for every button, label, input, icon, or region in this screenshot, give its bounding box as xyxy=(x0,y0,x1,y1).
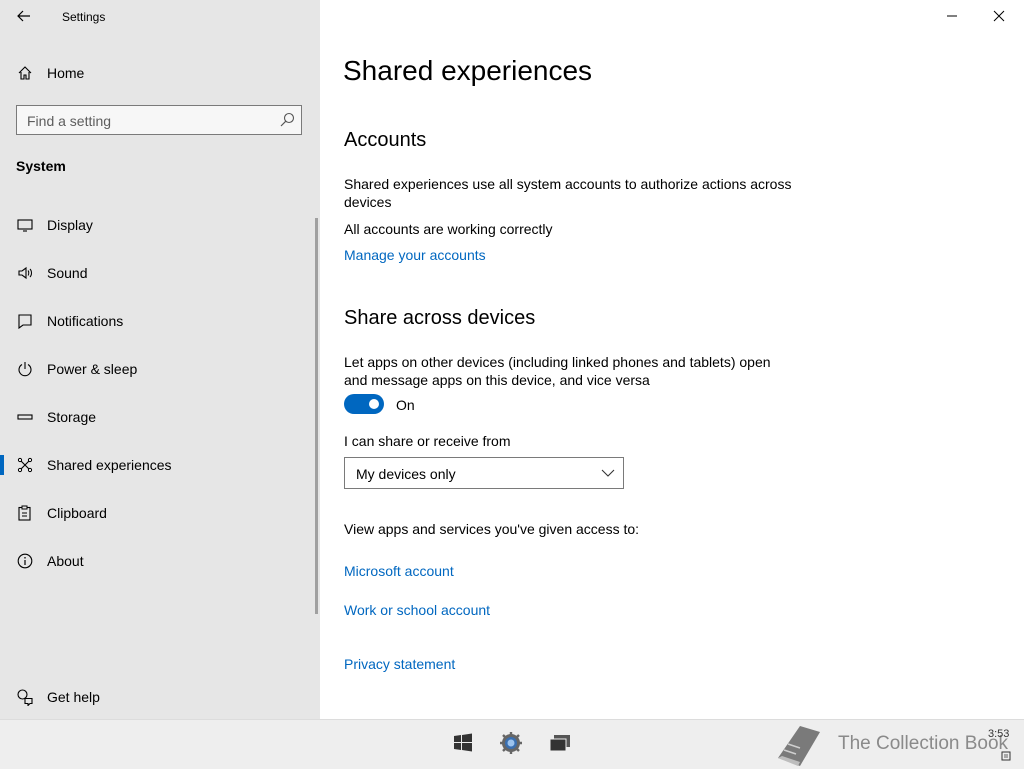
share-description: Let apps on other devices (including lin… xyxy=(344,354,771,388)
clock: 3:53 xyxy=(988,728,1010,740)
sidebar-item-label: Clipboard xyxy=(47,505,107,521)
minimize-icon xyxy=(947,15,957,17)
sidebar-item-home[interactable]: Home xyxy=(0,58,320,88)
selection-indicator xyxy=(0,455,4,475)
search-input[interactable]: Find a setting xyxy=(16,105,302,135)
start-button[interactable] xyxy=(450,730,476,756)
access-text: View apps and services you've given acce… xyxy=(344,521,640,537)
watermark-text: The Collection Book xyxy=(838,733,1009,754)
sidebar-item-label: Shared experiences xyxy=(47,457,172,473)
sidebar-item-label: Notifications xyxy=(47,313,124,329)
sidebar-item-label: About xyxy=(47,553,84,569)
get-help-link[interactable]: Get help xyxy=(0,682,316,712)
minimize-button[interactable] xyxy=(929,0,975,32)
notification-icon xyxy=(16,312,34,330)
help-chat-icon xyxy=(16,688,34,706)
taskbar: The Collection Book 3:53 xyxy=(0,719,1024,769)
storage-icon xyxy=(16,408,34,426)
close-button[interactable] xyxy=(976,0,1022,32)
sidebar-scrollbar[interactable] xyxy=(315,218,318,614)
chevron-down-icon xyxy=(601,469,615,477)
book-logo-icon xyxy=(778,726,820,766)
task-view-icon xyxy=(549,735,570,752)
back-arrow-icon xyxy=(17,10,30,22)
display-icon xyxy=(16,216,34,234)
settings-gear-icon xyxy=(500,732,522,754)
share-toggle[interactable] xyxy=(344,394,384,414)
sidebar-item-storage[interactable]: Storage xyxy=(0,397,316,437)
sidebar-item-about[interactable]: About xyxy=(0,541,316,581)
accounts-heading: Accounts xyxy=(344,129,427,151)
home-label: Home xyxy=(47,65,85,81)
toggle-state-label: On xyxy=(396,397,415,413)
windows-logo-icon xyxy=(454,733,472,752)
shared-icon xyxy=(16,456,34,474)
close-icon xyxy=(993,10,1005,22)
manage-accounts-link[interactable]: Manage your accounts xyxy=(344,247,486,263)
speaker-icon xyxy=(16,264,34,282)
power-icon xyxy=(16,360,34,378)
sidebar-item-label: Storage xyxy=(47,409,97,425)
share-from-label: I can share or receive from xyxy=(344,433,511,449)
toggle-knob xyxy=(369,399,379,409)
share-heading: Share across devices xyxy=(344,307,536,329)
sidebar: Settings Home Find a setting System Disp… xyxy=(0,0,320,719)
back-button[interactable] xyxy=(10,4,38,28)
search-icon xyxy=(280,112,295,127)
sidebar-item-notifications[interactable]: Notifications xyxy=(0,301,316,341)
main-content: Shared experiences Accounts Shared exper… xyxy=(320,0,1024,719)
sidebar-item-display[interactable]: Display xyxy=(0,205,316,245)
accounts-status: All accounts are working correctly xyxy=(344,221,553,237)
section-heading: System xyxy=(16,158,66,174)
dropdown-value: My devices only xyxy=(356,466,456,482)
sidebar-item-shared-experiences[interactable]: Shared experiences xyxy=(0,445,316,485)
microsoft-account-link[interactable]: Microsoft account xyxy=(344,563,454,579)
sidebar-item-label: Display xyxy=(47,217,93,233)
task-view-button[interactable] xyxy=(547,730,573,756)
work-school-account-link[interactable]: Work or school account xyxy=(344,602,490,618)
clipboard-icon xyxy=(16,504,34,522)
accounts-description: Shared experiences use all system accoun… xyxy=(344,176,792,210)
sidebar-item-clipboard[interactable]: Clipboard xyxy=(0,493,316,533)
get-help-label: Get help xyxy=(47,689,100,705)
settings-taskbar-button[interactable] xyxy=(498,730,524,756)
search-placeholder: Find a setting xyxy=(27,113,112,129)
app-title: Settings xyxy=(62,10,106,24)
privacy-statement-link[interactable]: Privacy statement xyxy=(344,656,455,672)
notification-tray-icon[interactable] xyxy=(1001,751,1011,761)
sidebar-item-label: Sound xyxy=(47,265,88,281)
info-icon xyxy=(16,552,34,570)
share-from-dropdown[interactable]: My devices only xyxy=(344,457,624,489)
page-title: Shared experiences xyxy=(343,55,593,86)
home-icon xyxy=(16,64,34,82)
sidebar-item-sound[interactable]: Sound xyxy=(0,253,316,293)
sidebar-item-power-sleep[interactable]: Power & sleep xyxy=(0,349,316,389)
sidebar-item-label: Power & sleep xyxy=(47,361,138,377)
